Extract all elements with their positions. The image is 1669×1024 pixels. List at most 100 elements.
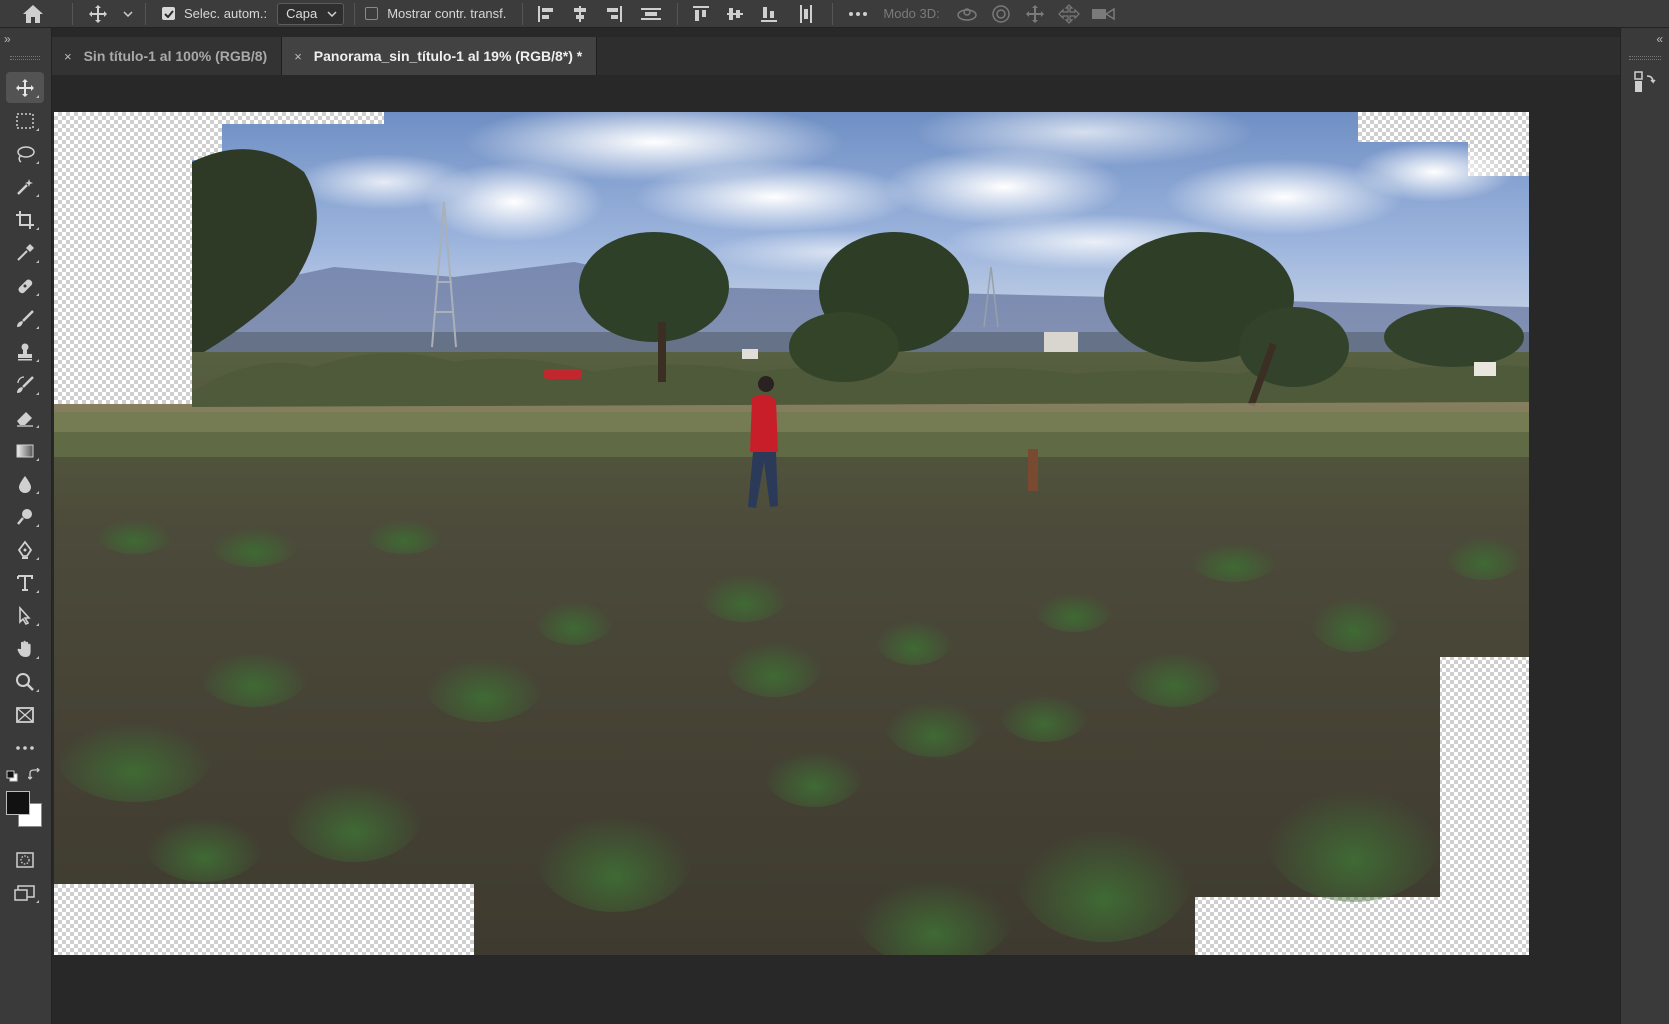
bandage-icon [18,278,33,293]
distribute-vertical-button[interactable] [786,0,826,28]
distribute-icon [641,7,662,20]
eyedropper-icon [17,243,34,261]
foreground-color-swatch[interactable] [6,791,30,815]
stamp-icon [18,343,32,360]
type-icon [17,574,33,591]
quick-mask-icon [16,851,34,868]
tool-preset-dropdown[interactable] [117,0,139,28]
tab-sin-titulo[interactable]: × Sin título-1 al 100% (RGB/8) [52,37,283,75]
document-canvas[interactable] [54,112,1529,955]
path-selection-tool[interactable] [6,600,44,631]
divider [72,2,73,25]
align-left-button[interactable] [529,0,563,28]
eraser-icon [17,411,33,427]
collapse-right-panel-button[interactable]: « [1656,32,1663,46]
tab-label: Sin título-1 al 100% (RGB/8) [83,48,268,64]
ellipsis-icon [849,11,868,16]
gradient-tool[interactable] [6,435,44,466]
dodge-tool[interactable] [6,501,44,532]
align-center-icon [574,5,587,22]
frame-tool[interactable] [6,699,44,730]
marquee-icon [16,112,34,129]
arrow-icon [19,605,31,625]
magic-wand-tool[interactable] [6,171,44,202]
auto-select-checkbox[interactable]: Selec. autom.: [152,0,267,28]
align-bottom-icon [761,6,778,22]
divider [522,2,524,25]
tools-panel: » [0,28,52,1024]
divider [354,2,356,25]
document-tabs: × Sin título-1 al 100% (RGB/8) × Panoram… [52,37,1620,75]
slide-3d-button[interactable] [1052,0,1086,28]
align-bottom-button[interactable] [752,0,786,28]
align-top-icon [693,5,710,21]
show-transform-label: Mostrar contr. transf. [387,6,507,21]
history-brush-icon [17,375,34,393]
tab-panorama[interactable]: × Panorama_sin_título-1 al 19% (RGB/8*) … [282,37,598,75]
home-icon [23,4,43,23]
default-colors-button[interactable] [6,770,18,782]
pen-tool[interactable] [6,534,44,565]
drag-handle[interactable] [1629,56,1661,60]
slide-3d-icon [1057,3,1080,24]
orbit-3d-button[interactable] [950,0,984,28]
crop-icon [16,210,34,229]
auto-select-label: Selec. autom.: [184,6,268,21]
layer-select-value: Capa [286,6,318,21]
gradient-icon [16,444,34,457]
history-brush-tool[interactable] [6,369,44,400]
swap-colors-button[interactable] [28,768,42,782]
zoom-tool[interactable] [6,666,44,697]
drop-icon [19,475,31,493]
quick-mask-button[interactable] [6,844,44,875]
magic-wand-icon [17,178,33,195]
roll-3d-button[interactable] [984,0,1018,28]
pen-icon [17,540,33,559]
frame-icon [16,706,34,723]
swap-arrows-icon [28,768,40,780]
video-camera-icon [1091,7,1115,20]
divider [832,2,834,25]
pan-3d-button[interactable] [1018,0,1052,28]
eyedropper-tool[interactable] [6,237,44,268]
orbit-3d-icon [957,7,977,21]
clone-stamp-tool[interactable] [6,336,44,367]
panels-icon [1634,71,1656,92]
align-left-icon [538,5,554,22]
type-tool[interactable] [6,567,44,598]
home-button[interactable] [0,0,66,28]
screen-mode-button[interactable] [6,877,44,908]
divider [677,2,679,25]
marquee-tool[interactable] [6,105,44,136]
close-tab-icon[interactable]: × [64,49,72,64]
blur-tool[interactable] [6,468,44,499]
align-right-button[interactable] [597,0,631,28]
lasso-tool[interactable] [6,138,44,169]
close-tab-icon[interactable]: × [294,49,302,64]
collapse-panel-button[interactable]: » [4,32,11,46]
pan-3d-icon [1025,4,1044,23]
mode-3d-label: Modo 3D: [883,6,940,21]
move-tool-preset[interactable] [79,0,117,28]
screen-mode-icon [14,884,35,901]
crop-tool[interactable] [6,204,44,235]
align-top-button[interactable] [684,0,718,28]
align-hcenter-button[interactable] [563,0,597,28]
checkbox-unchecked-icon [365,7,379,20]
scale-3d-button[interactable] [1086,0,1120,28]
more-tools[interactable] [6,732,44,763]
right-panel-dock: « [1620,28,1669,1024]
more-options-button[interactable] [839,0,877,28]
move-tool[interactable] [6,72,44,103]
layer-select-dropdown[interactable]: Capa [277,2,345,25]
panel-toggle-button[interactable] [1633,70,1657,94]
hand-tool[interactable] [6,633,44,664]
drag-handle[interactable] [10,56,40,60]
brush-tool[interactable] [6,303,44,334]
align-vcenter-button[interactable] [718,0,752,28]
distribute-button[interactable] [631,0,671,28]
show-transform-checkbox[interactable]: Mostrar contr. transf. [361,0,516,28]
zoom-icon [16,672,34,691]
healing-brush-tool[interactable] [6,270,44,301]
eraser-tool[interactable] [6,402,44,433]
